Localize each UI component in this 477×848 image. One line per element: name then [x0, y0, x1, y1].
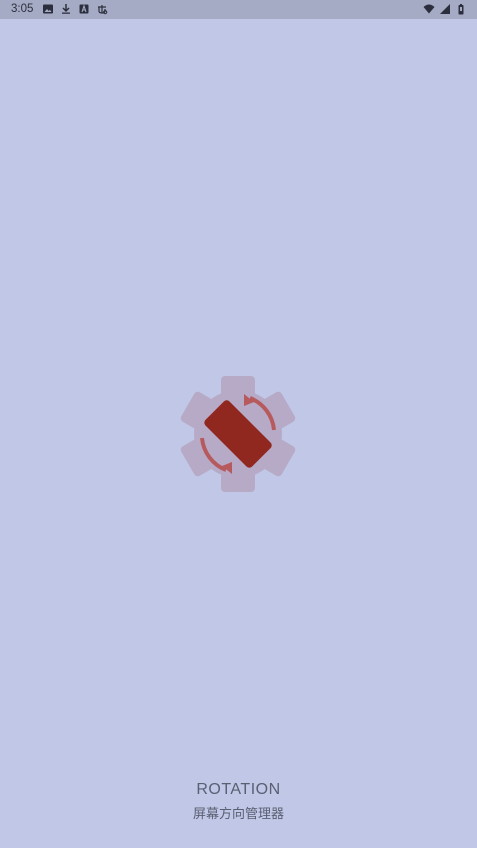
app-name: ROTATION [196, 781, 281, 798]
status-bar: 3:05 [0, 0, 477, 19]
download-icon [62, 4, 70, 14]
app-subtitle: 屏幕方向管理器 [192, 807, 284, 822]
rotation-gear-icon [180, 376, 296, 492]
a-box-icon [79, 4, 89, 14]
cellular-signal-icon [440, 4, 450, 14]
image-icon [43, 4, 53, 14]
wifi-icon [423, 4, 435, 14]
status-time: 3:05 [11, 3, 34, 15]
battery-icon [458, 4, 464, 15]
status-notification-icons [42, 3, 108, 15]
debug-bug-icon [98, 5, 108, 15]
status-system-icons [423, 3, 467, 15]
